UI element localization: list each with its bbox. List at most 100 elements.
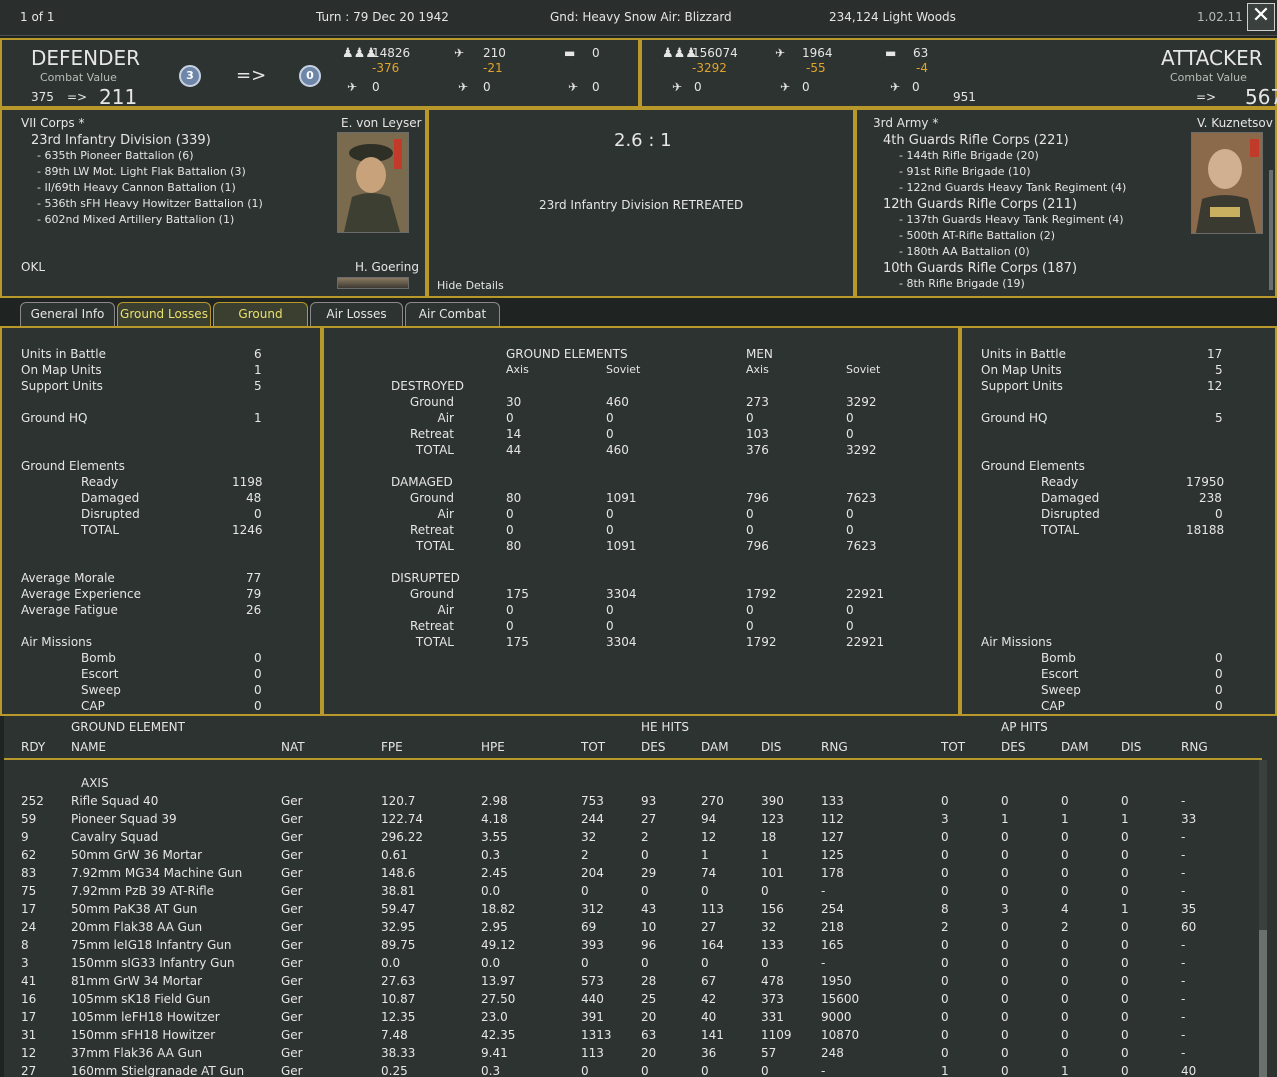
table-cell: 218 — [821, 920, 844, 934]
table-cell: Ger — [281, 794, 303, 808]
table-cell: 573 — [581, 974, 604, 988]
table-row[interactable]: 83 7.92mm MG34 Machine Gun Ger 148.6 2.45 204… — [4, 866, 1262, 884]
table-cell: 67 — [701, 974, 717, 988]
attacker-subunit[interactable]: - 8th Rifle Brigade (19) — [899, 277, 1025, 290]
table-cell: 1 — [701, 848, 709, 862]
transport-icon: ✈ — [568, 80, 579, 94]
table-cell: 0 — [1121, 992, 1129, 1006]
table-cell: 0 — [941, 1010, 949, 1024]
defender-subunit[interactable]: - 635th Pioneer Battalion (6) — [37, 149, 194, 162]
attacker-corps[interactable]: 12th Guards Rifle Corps (211) — [883, 197, 1077, 212]
table-scroll-thumb[interactable] — [1259, 930, 1267, 1077]
table-row[interactable]: 9 Cavalry Squad Ger 296.22 3.55 32 2 12 18 127 0 0 0… — [4, 830, 1262, 848]
losses-men-header: MEN — [746, 347, 773, 361]
loss-value: 3304 — [606, 587, 637, 601]
attacker-tanks: 63 — [913, 46, 929, 60]
loss-value: 44 — [506, 443, 522, 457]
table-cell: - — [1181, 848, 1186, 862]
units-scrollbar[interactable] — [1269, 170, 1273, 290]
stat-value: 1 — [254, 363, 262, 377]
table-cell: 0 — [581, 884, 589, 898]
attacker-planes: 1964 — [802, 46, 833, 60]
tab-air-combat[interactable]: Air Combat — [405, 302, 500, 326]
table-cell: - — [821, 1064, 826, 1077]
section-axis: AXIS — [81, 776, 109, 790]
table-cell: 24 — [21, 920, 37, 934]
table-row[interactable]: 17 105mm leFH18 Howitzer Ger 12.35 23.0 391 20… — [4, 1010, 1262, 1028]
leader-portrait[interactable] — [337, 132, 409, 233]
loss-value: 80 — [506, 539, 522, 553]
table-row[interactable]: 27 160mm Stielgranade AT Gun Ger 0.25 0.3 0 0 0… — [4, 1064, 1262, 1077]
loss-value: 273 — [746, 395, 769, 409]
close-button[interactable]: ✕ — [1247, 3, 1275, 31]
defender-subunit[interactable]: - 536th sFH Heavy Howitzer Battalion (1) — [37, 197, 263, 210]
table-row[interactable]: 12 37mm Flak36 AA Gun Ger 38.33 9.41 113 20 36 5… — [4, 1046, 1262, 1064]
stat-label: Ready — [81, 475, 119, 489]
attacker-planes-loss: -55 — [806, 61, 826, 75]
defender-subunit[interactable]: - 89th LW Mot. Light Flak Battalion (3) — [37, 165, 246, 178]
attacker-subunit[interactable]: - 500th AT-Rifle Battalion (2) — [899, 229, 1055, 242]
table-cell: 0 — [941, 1028, 949, 1042]
defender-row2-a: 0 — [372, 80, 380, 94]
table-row[interactable]: 59 Pioneer Squad 39 Ger 122.74 4.18 244 27 94 12… — [4, 812, 1262, 830]
stat-value: 0 — [1215, 651, 1223, 665]
loss-value: 0 — [746, 411, 754, 425]
defender-planes: 210 — [483, 46, 506, 60]
attacker-subunit[interactable]: - 144th Rifle Brigade (20) — [899, 149, 1039, 162]
attacker-corps[interactable]: 10th Guards Rifle Corps (187) — [883, 261, 1077, 276]
leader-portrait[interactable] — [1191, 132, 1263, 234]
tab-ground-losses[interactable]: Ground Losses — [117, 302, 211, 326]
table-row[interactable]: 75 7.92mm PzB 39 AT-Rifle Ger 38.81 0.0 0 0 0 0 -… — [4, 884, 1262, 902]
table-row[interactable]: 252 Rifle Squad 40 Ger 120.7 2.98 753 93 270 390… — [4, 794, 1262, 812]
table-row[interactable]: 24 20mm Flak38 AA Gun Ger 32.95 2.95 69 10 27 32… — [4, 920, 1262, 938]
table-cell: Ger — [281, 1028, 303, 1042]
loss-value: 30 — [506, 395, 522, 409]
defender-subunit[interactable]: - 602nd Mixed Artillery Battalion (1) — [37, 213, 234, 226]
table-cell: 7.48 — [381, 1028, 408, 1042]
table-cell: 165 — [821, 938, 844, 952]
defender-row2-b: 0 — [483, 80, 491, 94]
table-row[interactable]: 8 75mm leIG18 Infantry Gun Ger 89.75 49.12 39… — [4, 938, 1262, 956]
hide-details-button[interactable]: Hide Details — [437, 279, 504, 292]
attacker-army[interactable]: 3rd Army * — [873, 116, 938, 130]
loss-value: 1792 — [746, 635, 777, 649]
loss-value: 1091 — [606, 539, 637, 553]
tab-air-losses[interactable]: Air Losses — [310, 302, 403, 326]
defender-hq[interactable]: OKL — [21, 260, 45, 274]
loss-value: 0 — [506, 411, 514, 425]
table-cell: 125 — [821, 848, 844, 862]
defender-subunit[interactable]: - II/69th Heavy Cannon Battalion (1) — [37, 181, 236, 194]
attacker-corps[interactable]: 4th Guards Rifle Corps (221) — [883, 133, 1069, 148]
table-row[interactable]: 41 81mm GrW 34 Mortar Ger 27.63 13.97 573 28 67… — [4, 974, 1262, 992]
table-row[interactable]: 31 150mm sFH18 Howitzer Ger 7.48 42.35 1313 63… — [4, 1028, 1262, 1046]
loss-value: 460 — [606, 443, 629, 457]
defender-corps[interactable]: VII Corps * — [21, 116, 84, 130]
defender-planes-loss: -21 — [483, 61, 503, 75]
table-cell: 33 — [1181, 812, 1197, 826]
attacker-subunit[interactable]: - 137th Guards Heavy Tank Regiment (4) — [899, 213, 1124, 226]
stat-label: Ground HQ — [981, 411, 1048, 425]
table-cell: 20 — [641, 1046, 657, 1060]
attacker-subunit[interactable]: - 122nd Guards Heavy Tank Regiment (4) — [899, 181, 1126, 194]
defender-division[interactable]: 23rd Infantry Division (339) — [31, 133, 211, 148]
table-cell: 2 — [641, 830, 649, 844]
loss-value: 175 — [506, 635, 529, 649]
table-cell: 133 — [821, 794, 844, 808]
table-cell: 1 — [1061, 812, 1069, 826]
table-row[interactable]: 62 50mm GrW 36 Mortar Ger 0.61 0.3 2 0 1 1 125 0 0 0… — [4, 848, 1262, 866]
table-cell: - — [1181, 938, 1186, 952]
table-cell: 1 — [941, 1064, 949, 1077]
tab-ground-combat[interactable]: Ground Combat — [213, 302, 308, 343]
defender-men: 14826 — [372, 46, 411, 60]
attacker-subunit[interactable]: - 180th AA Battalion (0) — [899, 245, 1030, 258]
attacker-subunit[interactable]: - 91st Rifle Brigade (10) — [899, 165, 1031, 178]
table-row[interactable]: 3 150mm sIG33 Infantry Gun Ger 0.0 0.0 0 0 0 0 - 0… — [4, 956, 1262, 974]
table-cell: 127 — [821, 830, 844, 844]
table-cell: 105mm leFH18 Howitzer — [71, 1010, 220, 1024]
hq-leader-portrait[interactable] — [337, 277, 409, 289]
tab-general-info[interactable]: General Info — [20, 302, 115, 326]
defender-cv-before: 375 — [31, 90, 54, 104]
table-cell: Ger — [281, 920, 303, 934]
table-row[interactable]: 16 105mm sK18 Field Gun Ger 10.87 27.50 440 25… — [4, 992, 1262, 1010]
table-row[interactable]: 17 50mm PaK38 AT Gun Ger 59.47 18.82 312 43 113… — [4, 902, 1262, 920]
